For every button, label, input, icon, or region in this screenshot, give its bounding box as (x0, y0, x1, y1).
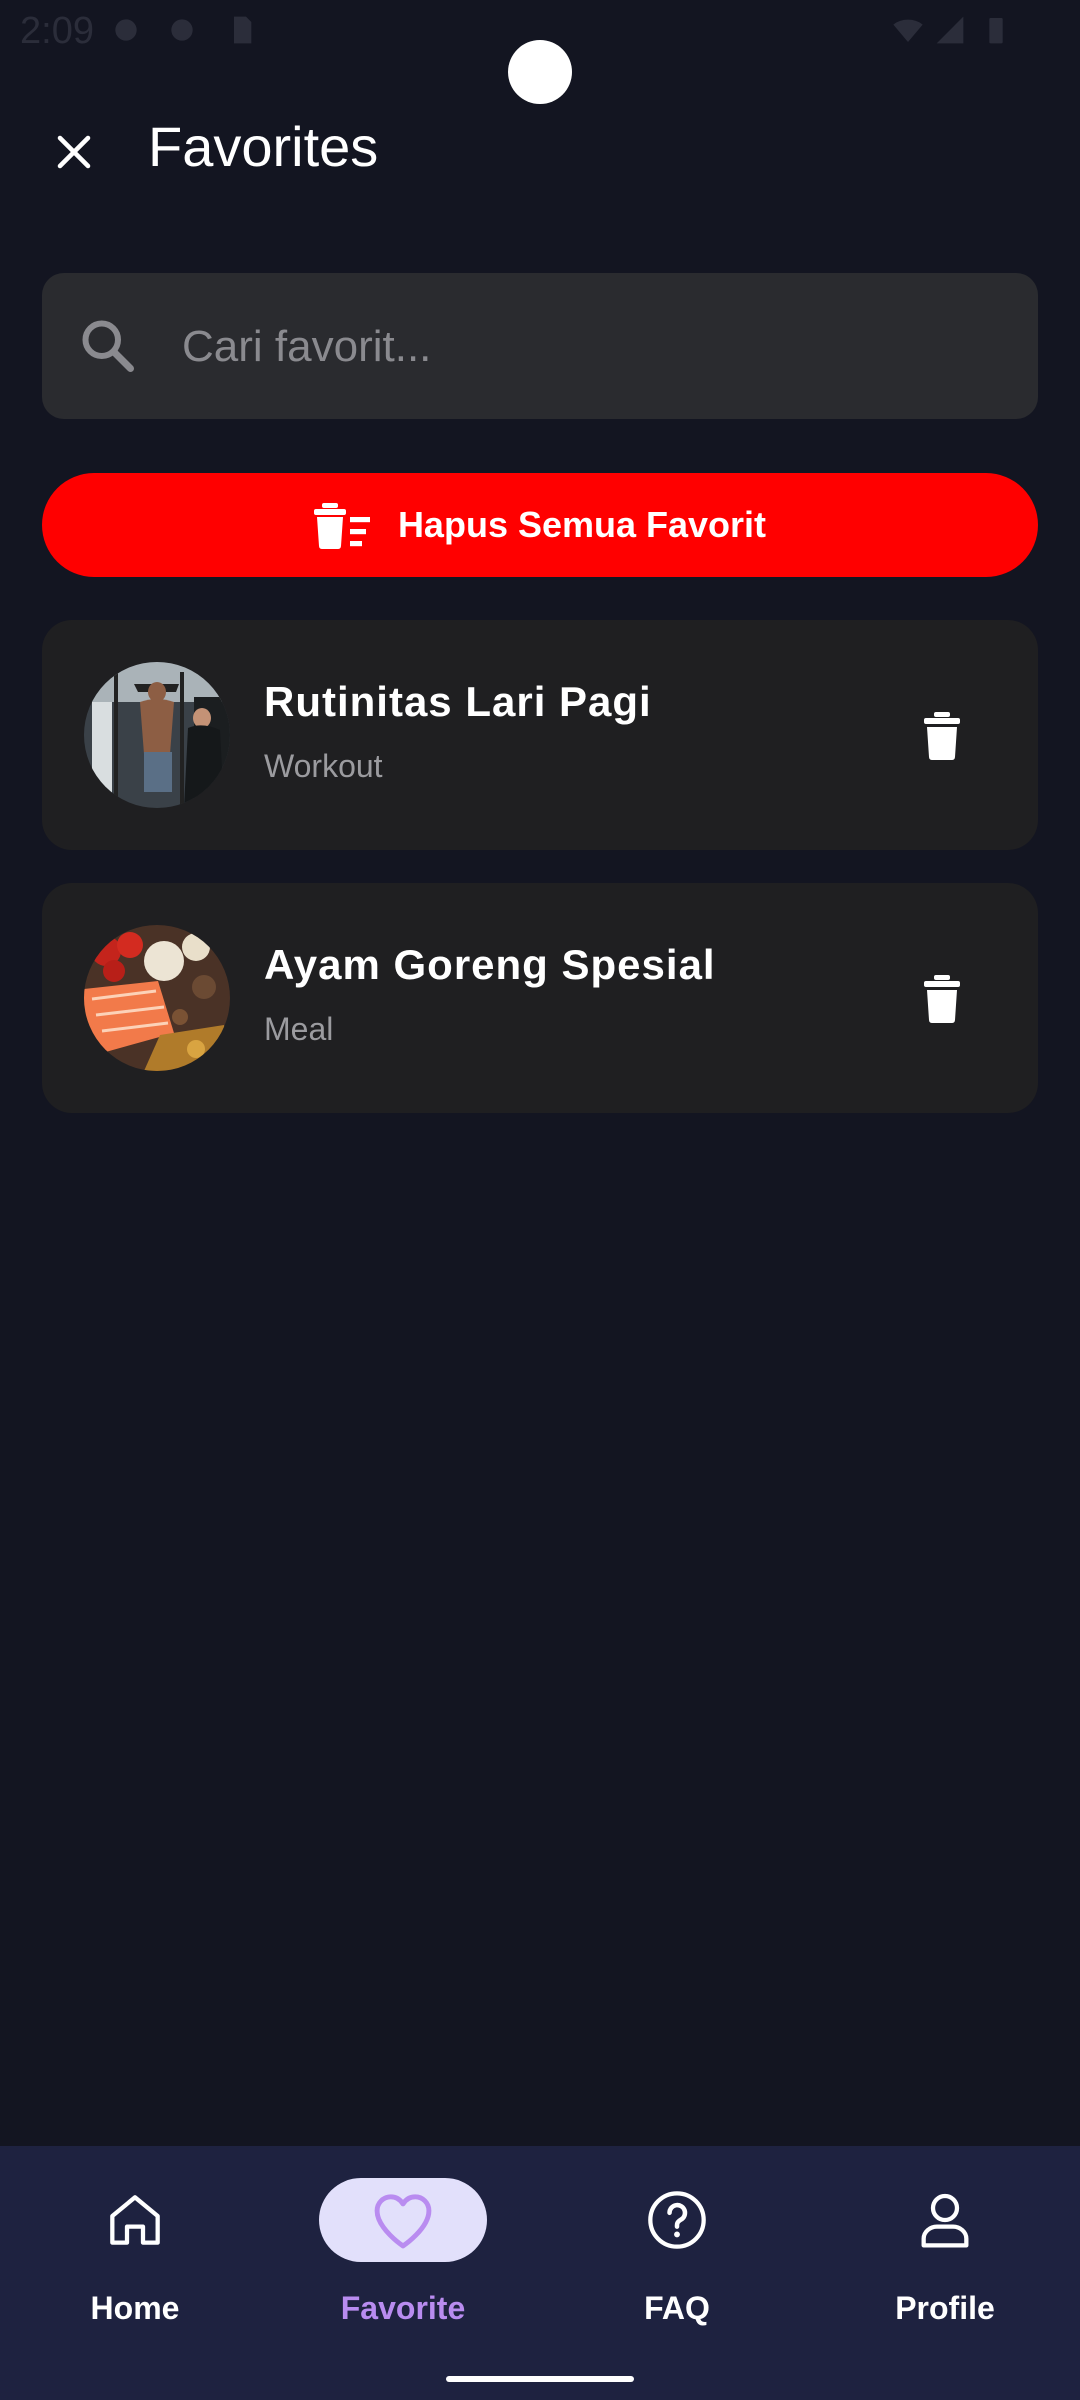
nav-active-indicator (319, 2178, 487, 2262)
settings-icon (171, 19, 193, 41)
nav-label: Favorite (340, 2290, 466, 2326)
delete-favorite-button[interactable] (902, 959, 982, 1039)
delete-favorite-button[interactable] (902, 696, 982, 776)
nav-label: Profile (895, 2290, 995, 2326)
nav-home[interactable]: Home (0, 2146, 270, 2346)
nav-label: Home (90, 2290, 180, 2326)
status-time: 2:09 (20, 10, 94, 52)
trash-icon (924, 975, 960, 1023)
wifi-icon (893, 19, 923, 42)
bottom-navigation: Home Favorite FAQ Profile (0, 2146, 1080, 2400)
page-title: Favorites (148, 115, 379, 178)
search-box[interactable] (42, 273, 1038, 421)
nav-profile-icon-container (861, 2178, 1029, 2262)
favorite-type: Workout (264, 748, 383, 784)
favorite-type: Meal (264, 1011, 334, 1047)
signal-icon (936, 16, 964, 44)
delete-sweep-icon (313, 503, 370, 549)
nav-favorite[interactable]: Favorite (268, 2146, 538, 2346)
close-button[interactable] (40, 118, 108, 186)
nav-home-icon-container (51, 2178, 219, 2262)
person-icon (921, 2193, 969, 2248)
workout-thumbnail (84, 662, 230, 808)
nav-profile[interactable]: Profile (810, 2146, 1080, 2346)
close-icon (57, 135, 91, 169)
sd-card-icon (234, 16, 252, 44)
settings-icon (115, 19, 137, 41)
clear-all-label: Hapus Semua Favorit (397, 504, 767, 545)
favorite-item[interactable]: Ayam Goreng Spesial Meal (42, 883, 1038, 1113)
search-input[interactable] (180, 273, 1004, 421)
favorite-item[interactable]: Rutinitas Lari Pagi Workout (42, 620, 1038, 850)
trash-icon (924, 712, 960, 760)
home-icon (110, 2195, 160, 2245)
home-indicator[interactable] (446, 2376, 634, 2382)
favorite-title: Rutinitas Lari Pagi (264, 678, 652, 725)
favorite-title: Ayam Goreng Spesial (264, 941, 716, 988)
battery-icon (989, 18, 1003, 44)
search-icon (82, 320, 134, 372)
nav-label: FAQ (644, 2290, 710, 2326)
meal-thumbnail (84, 925, 230, 1071)
clear-all-favorites-button[interactable]: Hapus Semua Favorit (42, 473, 1038, 577)
nav-faq-icon-container (593, 2178, 761, 2262)
app-bar: Favorites (0, 100, 1080, 196)
help-circle-icon (648, 2191, 706, 2249)
heart-icon (374, 2194, 432, 2249)
nav-faq[interactable]: FAQ (542, 2146, 812, 2346)
camera-cutout (508, 40, 572, 104)
